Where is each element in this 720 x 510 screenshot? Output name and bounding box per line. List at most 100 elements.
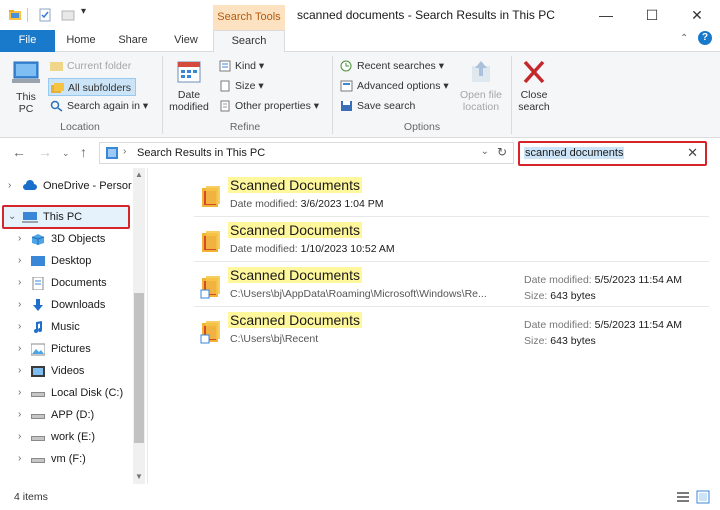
nav-item-pictures[interactable]: › Pictures: [0, 338, 132, 360]
list-item[interactable]: Scanned Documents C:\Users\bj\Recent Dat…: [194, 308, 709, 352]
tab-share[interactable]: Share: [107, 30, 159, 52]
chevron-right-icon[interactable]: ›: [18, 404, 21, 426]
forward-arrow-icon[interactable]: →: [38, 144, 52, 160]
refresh-icon[interactable]: ↻: [497, 145, 507, 159]
back-arrow-icon[interactable]: ←: [12, 144, 26, 160]
calendar-icon: [177, 61, 201, 83]
ribbon: This PC Current folder All subfolders Se…: [0, 52, 720, 138]
desktop-icon: [31, 256, 45, 266]
nav-item-this-pc[interactable]: ⌄ This PC: [0, 206, 132, 228]
collapse-ribbon-icon[interactable]: ⌃: [680, 33, 688, 44]
chevron-right-icon[interactable]: ›: [18, 250, 21, 272]
nav-item-work-e[interactable]: › work (E:): [0, 426, 132, 448]
chevron-right-icon[interactable]: ›: [18, 228, 21, 250]
folder-icon[interactable]: [8, 8, 22, 22]
chevron-right-icon[interactable]: ›: [18, 316, 21, 338]
open-file-location-button[interactable]: Open file location: [455, 58, 507, 113]
save-search-button[interactable]: Save search: [340, 97, 415, 115]
list-item[interactable]: Scanned Documents C:\Users\bj\AppData\Ro…: [194, 263, 709, 307]
close-icon: [523, 60, 545, 84]
search-again-in-button[interactable]: Search again in ▾: [50, 97, 148, 115]
other-properties-button[interactable]: Other properties ▾: [219, 97, 319, 115]
nav-item-desktop[interactable]: › Desktop: [0, 250, 132, 272]
chevron-right-icon[interactable]: ›: [18, 360, 21, 382]
recent-searches-button[interactable]: Recent searches ▾: [340, 57, 444, 75]
advanced-options-button[interactable]: Advanced options ▾: [340, 77, 449, 95]
close-search-button[interactable]: Close search: [513, 58, 555, 113]
chevron-right-icon[interactable]: ›: [18, 294, 21, 316]
size-button[interactable]: Size ▾: [219, 77, 264, 95]
current-folder-button[interactable]: Current folder: [50, 57, 131, 75]
large-icons-view-icon[interactable]: [696, 490, 710, 504]
close-window-button[interactable]: ✕: [674, 0, 720, 30]
minimize-button[interactable]: —: [583, 0, 629, 30]
chevron-right-icon[interactable]: ›: [18, 338, 21, 360]
tab-home[interactable]: Home: [55, 30, 107, 52]
maximize-button[interactable]: ☐: [629, 0, 675, 30]
nav-item-documents[interactable]: › Documents: [0, 272, 132, 294]
open-file-location-icon: [472, 61, 490, 82]
nav-item-local-disk-c[interactable]: › Local Disk (C:): [0, 382, 132, 404]
all-subfolders-button[interactable]: All subfolders: [48, 78, 137, 96]
result-name[interactable]: Scanned Documents: [228, 177, 362, 193]
save-icon: [341, 101, 352, 112]
clear-search-icon[interactable]: ✕: [687, 145, 698, 161]
scroll-up-icon[interactable]: ▲: [135, 170, 143, 179]
folders-icon: [51, 83, 64, 94]
scroll-down-icon[interactable]: ▼: [135, 472, 143, 481]
window-title: scanned documents - Search Results in Th…: [297, 8, 555, 22]
drive-icon: [31, 436, 45, 441]
ribbon-divider: [162, 56, 163, 134]
details-view-icon[interactable]: [676, 490, 690, 504]
result-name[interactable]: Scanned Documents: [228, 222, 362, 238]
tab-search[interactable]: Search: [213, 30, 285, 53]
result-size: Size: 643 bytes: [524, 290, 596, 302]
customize-quick-access-icon[interactable]: ▾: [81, 6, 86, 17]
chevron-right-icon[interactable]: ›: [18, 272, 21, 294]
properties-icon[interactable]: [38, 8, 52, 22]
date-modified-button[interactable]: Date modified: [164, 58, 214, 113]
address-bar[interactable]: › Search Results in This PC ⌄ ↻: [99, 142, 514, 164]
list-item[interactable]: Scanned Documents Date modified: 3/6/202…: [194, 173, 709, 217]
properties-icon: [220, 100, 230, 112]
search-input[interactable]: scanned documents ✕: [518, 141, 707, 166]
list-item[interactable]: Scanned Documents Date modified: 1/10/20…: [194, 218, 709, 262]
result-date: Date modified: 3/6/2023 1:04 PM: [230, 198, 384, 210]
result-name[interactable]: Scanned Documents: [228, 267, 362, 283]
kind-button[interactable]: Kind ▾: [219, 57, 264, 75]
nav-item-onedrive[interactable]: › OneDrive - Persor: [0, 175, 132, 197]
help-icon[interactable]: ?: [698, 31, 712, 45]
music-icon: [34, 321, 42, 333]
folder-icon: [50, 62, 63, 72]
result-name[interactable]: Scanned Documents: [228, 312, 362, 328]
ribbon-divider: [511, 56, 512, 134]
nav-item-app-d[interactable]: › APP (D:): [0, 404, 132, 426]
up-arrow-icon[interactable]: ↑: [80, 144, 87, 160]
nav-scrollbar-thumb[interactable]: [134, 293, 144, 443]
nav-item-music[interactable]: › Music: [0, 316, 132, 338]
tab-view[interactable]: View: [159, 30, 213, 52]
this-pc-button[interactable]: This PC: [6, 58, 46, 115]
recent-locations-icon[interactable]: ⌄: [62, 148, 70, 159]
cloud-icon: [23, 180, 37, 190]
address-dropdown-icon[interactable]: ⌄: [481, 146, 489, 157]
nav-item-videos[interactable]: › Videos: [0, 360, 132, 382]
breadcrumb[interactable]: Search Results in This PC: [137, 147, 265, 159]
drive-icon: [31, 458, 45, 463]
options-group-label: Options: [403, 121, 441, 133]
nav-item-3d-objects[interactable]: › 3D Objects: [0, 228, 132, 250]
chevron-right-icon[interactable]: ›: [8, 175, 11, 197]
chevron-right-icon[interactable]: ›: [18, 426, 21, 448]
chevron-down-icon[interactable]: ⌄: [8, 206, 16, 228]
breadcrumb-chevron-icon[interactable]: ›: [123, 146, 126, 157]
search-input-value[interactable]: scanned documents: [524, 147, 625, 159]
tab-file[interactable]: File: [0, 30, 55, 52]
drive-icon: [31, 392, 45, 397]
documents-icon: [32, 277, 44, 290]
new-folder-icon[interactable]: [61, 8, 75, 22]
nav-item-downloads[interactable]: › Downloads: [0, 294, 132, 316]
shortcut-folder-icon: [200, 321, 220, 344]
nav-item-vm-f[interactable]: › vm (F:): [0, 448, 132, 470]
chevron-right-icon[interactable]: ›: [18, 382, 21, 404]
chevron-right-icon[interactable]: ›: [18, 448, 21, 470]
